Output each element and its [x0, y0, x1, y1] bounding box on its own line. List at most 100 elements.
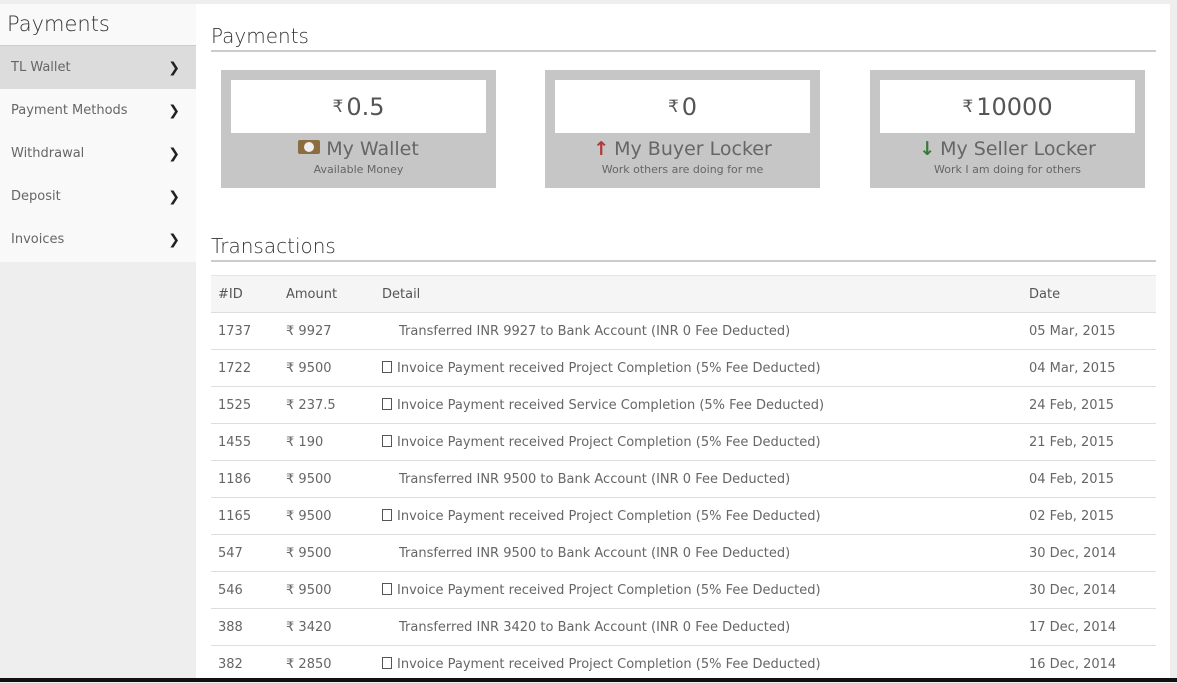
- txn-detail: Invoice Payment received Project Complet…: [397, 508, 821, 524]
- page-title: Payments: [211, 24, 1156, 52]
- txn-id: 1455: [211, 423, 279, 461]
- card-name: My Seller Locker: [940, 138, 1096, 160]
- table-row[interactable]: 1165 ₹ 9500 Invoice Payment received Proje…: [211, 497, 1156, 535]
- card-subtitle: Work others are doing for me: [601, 163, 764, 176]
- sidebar-item-payment-methods[interactable]: Payment Methods ❯: [0, 89, 196, 132]
- txn-detail: Invoice Payment received Project Complet…: [397, 434, 821, 450]
- txn-date: 05 Mar, 2015: [1022, 312, 1156, 350]
- table-row[interactable]: 1186 ₹ 9500 Transferred INR 9500 to Bank A…: [211, 460, 1156, 498]
- txn-amount: 9500: [298, 582, 332, 598]
- transactions-table: #ID Amount Detail Date 1737 ₹ 9927 Transfe…: [211, 275, 1156, 683]
- rupee-icon: ₹: [286, 471, 295, 487]
- table-row[interactable]: 547 ₹ 9500 Transferred INR 9500 to Bank Ac…: [211, 534, 1156, 572]
- txn-amount: 9927: [298, 323, 332, 339]
- main-content: Payments ₹0.5 My Wallet Available Money ₹0 ↑…: [196, 4, 1170, 683]
- pdf-file-icon[interactable]: [382, 434, 392, 447]
- table-row[interactable]: 1525 ₹ 237.5 Invoice Payment received Serv…: [211, 386, 1156, 424]
- arrow-down-icon: ↓: [919, 138, 936, 160]
- sidebar-item-tl-wallet[interactable]: TL Wallet ❯: [0, 46, 196, 89]
- txn-amount: 9500: [298, 545, 332, 561]
- txn-detail: Transferred INR 9500 to Bank Account (IN…: [399, 471, 791, 487]
- txn-detail: Invoice Payment received Service Complet…: [397, 397, 825, 413]
- card-value: 0: [681, 92, 698, 121]
- txn-date: 17 Dec, 2014: [1022, 608, 1156, 646]
- txn-amount: 237.5: [298, 397, 336, 413]
- sidebar-item-withdrawal[interactable]: Withdrawal ❯: [0, 132, 196, 175]
- rupee-icon: ₹: [286, 619, 295, 635]
- txn-id: 382: [211, 645, 279, 683]
- rupee-icon: ₹: [286, 582, 295, 598]
- card-name: My Wallet: [326, 138, 419, 160]
- table-row[interactable]: 388 ₹ 3420 Transferred INR 3420 to Bank Ac…: [211, 608, 1156, 646]
- txn-detail: Transferred INR 9927 to Bank Account (IN…: [399, 323, 791, 339]
- chevron-right-icon: ❯: [168, 59, 180, 76]
- sidebar-item-label: Invoices: [11, 232, 65, 247]
- txn-amount: 2850: [298, 656, 332, 672]
- sidebar-item-label: Payment Methods: [11, 103, 128, 118]
- balance-card[interactable]: ₹0.5 My Wallet Available Money: [221, 70, 496, 188]
- chevron-right-icon: ❯: [168, 188, 180, 205]
- txn-date: 02 Feb, 2015: [1022, 497, 1156, 535]
- table-row[interactable]: 1722 ₹ 9500 Invoice Payment received Proje…: [211, 349, 1156, 387]
- table-row[interactable]: 546 ₹ 9500 Invoice Payment received Projec…: [211, 571, 1156, 609]
- sidebar-item-label: Withdrawal: [11, 146, 85, 161]
- col-id[interactable]: #ID: [211, 275, 279, 313]
- rupee-icon: ₹: [286, 397, 295, 413]
- txn-id: 1737: [211, 312, 279, 350]
- txn-id: 1722: [211, 349, 279, 387]
- txn-detail: Transferred INR 3420 to Bank Account (IN…: [399, 619, 791, 635]
- pdf-file-icon[interactable]: [382, 360, 392, 373]
- txn-date: 21 Feb, 2015: [1022, 423, 1156, 461]
- col-amount[interactable]: Amount: [279, 275, 375, 313]
- taskbar: [0, 678, 1177, 682]
- txn-amount: 9500: [298, 360, 332, 376]
- money-icon: [298, 140, 321, 154]
- rupee-icon: ₹: [286, 656, 295, 672]
- txn-detail: Invoice Payment received Project Complet…: [397, 656, 821, 672]
- rupee-icon: ₹: [286, 508, 295, 524]
- arrow-up-icon: ↑: [593, 138, 610, 160]
- pdf-file-icon[interactable]: [382, 656, 392, 669]
- card-subtitle: Work I am doing for others: [934, 163, 1081, 176]
- balance-card[interactable]: ₹10000 ↓ My Seller Locker Work I am doing f…: [870, 70, 1145, 188]
- card-name: My Buyer Locker: [614, 138, 772, 160]
- card-subtitle: Available Money: [313, 163, 404, 176]
- pdf-file-icon[interactable]: [382, 397, 392, 410]
- sidebar-item-label: TL Wallet: [11, 60, 71, 75]
- sidebar-item-deposit[interactable]: Deposit ❯: [0, 175, 196, 218]
- table-row[interactable]: 382 ₹ 2850 Invoice Payment received Projec…: [211, 645, 1156, 683]
- txn-detail: Invoice Payment received Project Complet…: [397, 582, 821, 598]
- pdf-file-icon[interactable]: [382, 582, 392, 595]
- card-value: 0.5: [346, 92, 385, 121]
- txn-id: 1165: [211, 497, 279, 535]
- sidebar-title: Payments: [0, 4, 196, 46]
- txn-date: 30 Dec, 2014: [1022, 571, 1156, 609]
- txn-id: 1525: [211, 386, 279, 424]
- col-date[interactable]: Date: [1022, 275, 1156, 313]
- txn-date: 16 Dec, 2014: [1022, 645, 1156, 683]
- txn-date: 24 Feb, 2015: [1022, 386, 1156, 424]
- table-row[interactable]: 1737 ₹ 9927 Transferred INR 9927 to Bank A…: [211, 312, 1156, 350]
- txn-amount: 190: [298, 434, 324, 450]
- sidebar-item-invoices[interactable]: Invoices ❯: [0, 218, 196, 261]
- balance-card[interactable]: ₹0 ↑ My Buyer Locker Work others are doing …: [545, 70, 820, 188]
- txn-amount: 9500: [298, 508, 332, 524]
- rupee-icon: ₹: [286, 434, 295, 450]
- sidebar-item-label: Deposit: [11, 189, 61, 204]
- txn-detail: Invoice Payment received Project Complet…: [397, 360, 821, 376]
- txn-amount: 9500: [298, 471, 332, 487]
- txn-id: 1186: [211, 460, 279, 498]
- sidebar: Payments TL Wallet ❯ Payment Methods ❯ Withd…: [0, 4, 196, 262]
- chevron-right-icon: ❯: [168, 102, 180, 119]
- txn-id: 388: [211, 608, 279, 646]
- chevron-right-icon: ❯: [168, 145, 180, 162]
- rupee-icon: ₹: [332, 96, 344, 117]
- rupee-icon: ₹: [667, 96, 679, 117]
- transactions-title: Transactions: [211, 234, 1156, 262]
- card-value: 10000: [976, 92, 1053, 121]
- table-row[interactable]: 1455 ₹ 190 Invoice Payment received Projec…: [211, 423, 1156, 461]
- pdf-file-icon[interactable]: [382, 508, 392, 521]
- col-detail[interactable]: Detail: [375, 275, 1022, 313]
- txn-date: 04 Mar, 2015: [1022, 349, 1156, 387]
- rupee-icon: ₹: [962, 96, 974, 117]
